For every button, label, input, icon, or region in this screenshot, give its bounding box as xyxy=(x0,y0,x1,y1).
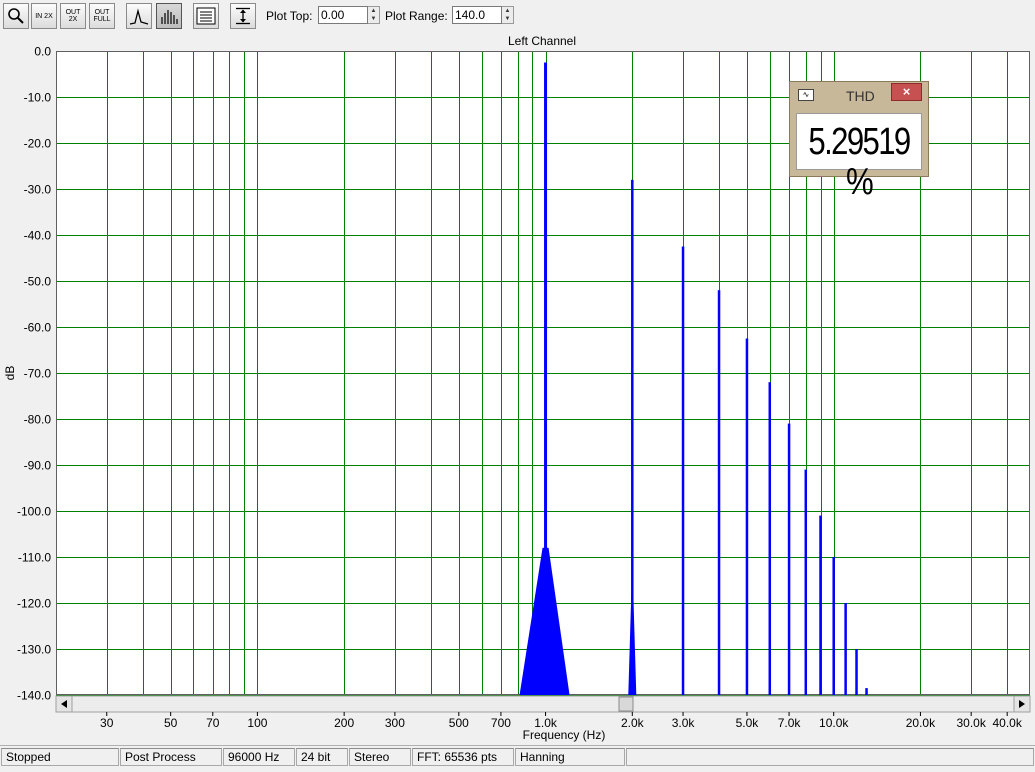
panel-icon xyxy=(196,7,216,25)
y-tick-label: -100.0 xyxy=(17,505,51,519)
x-tick-label: 200 xyxy=(334,716,354,730)
panel-button[interactable] xyxy=(193,3,219,29)
spectrum-peak xyxy=(844,603,847,695)
close-icon: × xyxy=(902,84,911,99)
status-sample-rate: 96000 Hz xyxy=(223,748,295,766)
x-tick-label: 3.0k xyxy=(672,716,696,730)
bar-graph-button[interactable] xyxy=(156,3,182,29)
spin-up-icon[interactable]: ▲ xyxy=(502,7,513,15)
x-tick-label: 10.0k xyxy=(819,716,849,730)
chart-title: Left Channel xyxy=(508,34,576,48)
x-tick-label: 2.0k xyxy=(621,716,645,730)
x-tick-label: 100 xyxy=(247,716,267,730)
x-tick-label: 30.0k xyxy=(957,716,987,730)
y-tick-label: 0.0 xyxy=(34,45,51,59)
spin-up-icon[interactable]: ▲ xyxy=(368,7,379,15)
zoom-out-full-button[interactable]: OUT FULL xyxy=(89,3,115,29)
x-tick-label: 40.0k xyxy=(993,716,1023,730)
y-tick-label: -70.0 xyxy=(24,367,52,381)
x-tick-label: 7.0k xyxy=(778,716,802,730)
spectrum-peak xyxy=(787,423,791,695)
y-tick-label: -120.0 xyxy=(17,597,51,611)
spectrum-peak xyxy=(819,515,822,695)
y-tick-label: -10.0 xyxy=(24,91,52,105)
thd-value-box: 5.29519 % xyxy=(796,113,922,202)
y-tick-label: -40.0 xyxy=(24,229,52,243)
toolbar: IN 2X OUT 2X OUT FULL Plot Top: ▲ ▼ Plot… xyxy=(0,0,1035,33)
y-tick-label: -60.0 xyxy=(24,321,52,335)
plot-top-spinner: ▲ ▼ xyxy=(318,6,380,26)
spectrum-peak xyxy=(855,649,858,695)
horizontal-scrollbar[interactable] xyxy=(55,695,1031,713)
scroll-thumb[interactable] xyxy=(618,696,634,712)
status-bit-depth: 24 bit xyxy=(296,748,348,766)
y-tick-label: -50.0 xyxy=(24,275,52,289)
spectrum-peak xyxy=(717,290,721,695)
x-tick-label: 70 xyxy=(206,716,220,730)
close-button[interactable]: × xyxy=(891,83,922,101)
thd-window[interactable]: ∿ THD × 5.29519 % xyxy=(789,81,929,202)
x-tick-label: 50 xyxy=(164,716,178,730)
status-window: Hanning xyxy=(515,748,625,766)
x-axis-label: Frequency (Hz) xyxy=(523,728,606,742)
y-tick-label: -90.0 xyxy=(24,459,52,473)
magnifier-icon xyxy=(8,8,24,24)
vertical-range-button[interactable] xyxy=(230,3,256,29)
vertical-range-icon xyxy=(236,7,250,25)
status-bar: Stopped Post Process 96000 Hz 24 bit Ste… xyxy=(0,745,1035,772)
spin-down-icon[interactable]: ▼ xyxy=(502,15,513,23)
line-graph-icon xyxy=(129,8,149,25)
y-tick-label: -80.0 xyxy=(24,413,52,427)
zoom-tool-button[interactable] xyxy=(3,3,29,29)
y-axis-label: dB xyxy=(3,366,17,381)
spectrum-peak xyxy=(865,688,868,695)
spectrum-peak xyxy=(768,382,772,695)
zoom-out-icon: OUT 2X xyxy=(65,9,81,23)
x-tick-label: 500 xyxy=(449,716,469,730)
y-tick-label: -130.0 xyxy=(17,643,51,657)
plot-range-input[interactable] xyxy=(452,6,502,24)
y-tick-label: -30.0 xyxy=(24,183,52,197)
spectrum-peak xyxy=(544,62,548,695)
plot-top-label: Plot Top: xyxy=(266,9,313,23)
thd-value: 5.29519 % xyxy=(808,121,911,203)
spectrum-peak xyxy=(832,557,835,695)
zoom-in-2x-button[interactable]: IN 2X xyxy=(31,3,57,29)
bar-graph-icon xyxy=(161,10,178,24)
thd-title: THD xyxy=(846,88,875,104)
status-state: Stopped xyxy=(1,748,119,766)
zoom-in-icon: IN 2X xyxy=(35,12,53,20)
spectrum-peak xyxy=(745,338,749,695)
plot-top-input[interactable] xyxy=(318,6,368,24)
plot-range-spinner: ▲ ▼ xyxy=(452,6,514,26)
status-empty xyxy=(626,748,1034,766)
y-tick-label: -110.0 xyxy=(18,551,51,565)
spectrum-peak xyxy=(681,246,685,695)
x-tick-label: 30 xyxy=(100,716,114,730)
y-tick-label: -20.0 xyxy=(24,137,52,151)
x-tick-label: 5.0k xyxy=(736,716,760,730)
x-tick-label: 20.0k xyxy=(906,716,936,730)
y-tick-label: -140.0 xyxy=(17,689,51,703)
meter-icon: ∿ xyxy=(798,89,814,101)
plot-top-spin-arrows[interactable]: ▲ ▼ xyxy=(368,6,380,24)
spin-down-icon[interactable]: ▼ xyxy=(368,15,379,23)
x-tick-label: 300 xyxy=(385,716,405,730)
plot-range-label: Plot Range: xyxy=(385,9,448,23)
status-fft: FFT: 65536 pts xyxy=(412,748,514,766)
x-tick-label: 700 xyxy=(491,716,511,730)
thd-titlebar[interactable]: ∿ THD × xyxy=(790,82,928,108)
zoom-out-2x-button[interactable]: OUT 2X xyxy=(60,3,86,29)
plot-range-spin-arrows[interactable]: ▲ ▼ xyxy=(502,6,514,24)
line-graph-button[interactable] xyxy=(126,3,152,29)
status-channels: Stereo xyxy=(349,748,411,766)
status-mode: Post Process xyxy=(120,748,222,766)
zoom-full-icon: OUT FULL xyxy=(93,9,111,23)
spectrum-peak xyxy=(804,469,808,695)
